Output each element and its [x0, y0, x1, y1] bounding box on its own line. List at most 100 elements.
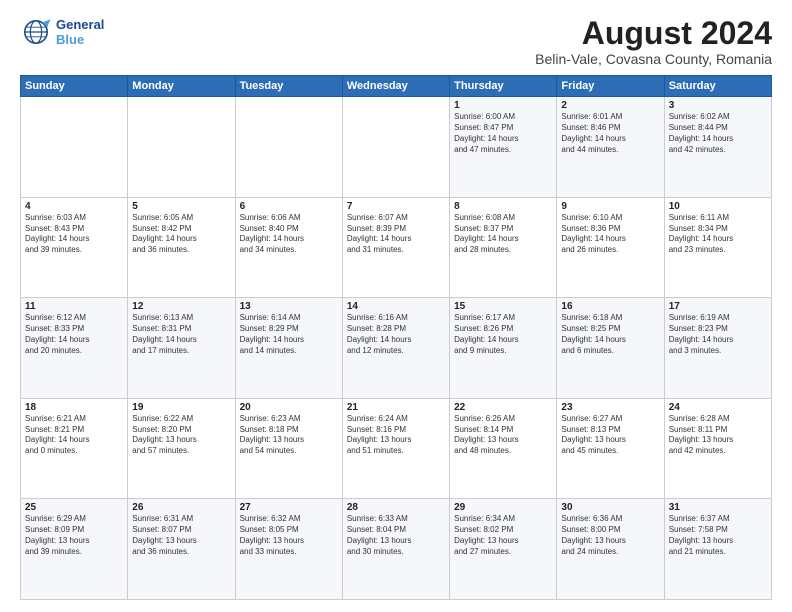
day-info: Sunrise: 6:08 AM Sunset: 8:37 PM Dayligh… [454, 213, 552, 256]
day-number: 22 [454, 402, 552, 413]
calendar-body: 1Sunrise: 6:00 AM Sunset: 8:47 PM Daylig… [21, 97, 772, 600]
day-info: Sunrise: 6:18 AM Sunset: 8:25 PM Dayligh… [561, 313, 659, 356]
header: General Blue August 2024 Belin-Vale, Cov… [20, 16, 772, 67]
day-info: Sunrise: 6:16 AM Sunset: 8:28 PM Dayligh… [347, 313, 445, 356]
day-number: 20 [240, 402, 338, 413]
header-cell-saturday: Saturday [664, 76, 771, 97]
day-info: Sunrise: 6:29 AM Sunset: 8:09 PM Dayligh… [25, 514, 123, 557]
calendar-cell: 16Sunrise: 6:18 AM Sunset: 8:25 PM Dayli… [557, 298, 664, 399]
day-number: 17 [669, 301, 767, 312]
calendar-cell: 12Sunrise: 6:13 AM Sunset: 8:31 PM Dayli… [128, 298, 235, 399]
day-number: 16 [561, 301, 659, 312]
calendar-cell: 30Sunrise: 6:36 AM Sunset: 8:00 PM Dayli… [557, 499, 664, 600]
calendar-cell: 10Sunrise: 6:11 AM Sunset: 8:34 PM Dayli… [664, 197, 771, 298]
day-info: Sunrise: 6:03 AM Sunset: 8:43 PM Dayligh… [25, 213, 123, 256]
day-info: Sunrise: 6:32 AM Sunset: 8:05 PM Dayligh… [240, 514, 338, 557]
calendar-cell: 11Sunrise: 6:12 AM Sunset: 8:33 PM Dayli… [21, 298, 128, 399]
day-number: 18 [25, 402, 123, 413]
day-info: Sunrise: 6:01 AM Sunset: 8:46 PM Dayligh… [561, 112, 659, 155]
page: General Blue August 2024 Belin-Vale, Cov… [0, 0, 792, 612]
calendar-cell: 9Sunrise: 6:10 AM Sunset: 8:36 PM Daylig… [557, 197, 664, 298]
calendar-cell [235, 97, 342, 198]
day-number: 9 [561, 201, 659, 212]
logo: General Blue [20, 16, 104, 48]
day-number: 28 [347, 502, 445, 513]
header-cell-sunday: Sunday [21, 76, 128, 97]
week-row-2: 11Sunrise: 6:12 AM Sunset: 8:33 PM Dayli… [21, 298, 772, 399]
header-cell-tuesday: Tuesday [235, 76, 342, 97]
calendar-cell: 5Sunrise: 6:05 AM Sunset: 8:42 PM Daylig… [128, 197, 235, 298]
day-info: Sunrise: 6:26 AM Sunset: 8:14 PM Dayligh… [454, 414, 552, 457]
calendar-cell: 31Sunrise: 6:37 AM Sunset: 7:58 PM Dayli… [664, 499, 771, 600]
day-number: 8 [454, 201, 552, 212]
calendar-table: SundayMondayTuesdayWednesdayThursdayFrid… [20, 75, 772, 600]
calendar-cell: 28Sunrise: 6:33 AM Sunset: 8:04 PM Dayli… [342, 499, 449, 600]
calendar-cell: 24Sunrise: 6:28 AM Sunset: 8:11 PM Dayli… [664, 398, 771, 499]
calendar-cell: 8Sunrise: 6:08 AM Sunset: 8:37 PM Daylig… [450, 197, 557, 298]
logo-text: General Blue [56, 17, 104, 47]
day-number: 27 [240, 502, 338, 513]
calendar-cell: 2Sunrise: 6:01 AM Sunset: 8:46 PM Daylig… [557, 97, 664, 198]
day-number: 26 [132, 502, 230, 513]
day-number: 11 [25, 301, 123, 312]
calendar-cell: 1Sunrise: 6:00 AM Sunset: 8:47 PM Daylig… [450, 97, 557, 198]
week-row-1: 4Sunrise: 6:03 AM Sunset: 8:43 PM Daylig… [21, 197, 772, 298]
calendar-cell: 22Sunrise: 6:26 AM Sunset: 8:14 PM Dayli… [450, 398, 557, 499]
calendar-cell: 23Sunrise: 6:27 AM Sunset: 8:13 PM Dayli… [557, 398, 664, 499]
day-info: Sunrise: 6:06 AM Sunset: 8:40 PM Dayligh… [240, 213, 338, 256]
day-info: Sunrise: 6:12 AM Sunset: 8:33 PM Dayligh… [25, 313, 123, 356]
day-number: 29 [454, 502, 552, 513]
calendar-cell: 26Sunrise: 6:31 AM Sunset: 8:07 PM Dayli… [128, 499, 235, 600]
calendar-cell: 18Sunrise: 6:21 AM Sunset: 8:21 PM Dayli… [21, 398, 128, 499]
calendar-cell: 14Sunrise: 6:16 AM Sunset: 8:28 PM Dayli… [342, 298, 449, 399]
calendar-cell: 13Sunrise: 6:14 AM Sunset: 8:29 PM Dayli… [235, 298, 342, 399]
calendar-cell: 21Sunrise: 6:24 AM Sunset: 8:16 PM Dayli… [342, 398, 449, 499]
day-number: 21 [347, 402, 445, 413]
day-number: 15 [454, 301, 552, 312]
day-number: 14 [347, 301, 445, 312]
day-info: Sunrise: 6:31 AM Sunset: 8:07 PM Dayligh… [132, 514, 230, 557]
week-row-3: 18Sunrise: 6:21 AM Sunset: 8:21 PM Dayli… [21, 398, 772, 499]
day-number: 10 [669, 201, 767, 212]
day-number: 31 [669, 502, 767, 513]
calendar-cell: 29Sunrise: 6:34 AM Sunset: 8:02 PM Dayli… [450, 499, 557, 600]
page-title: August 2024 [535, 16, 772, 51]
day-number: 4 [25, 201, 123, 212]
week-row-4: 25Sunrise: 6:29 AM Sunset: 8:09 PM Dayli… [21, 499, 772, 600]
day-number: 30 [561, 502, 659, 513]
calendar-cell: 27Sunrise: 6:32 AM Sunset: 8:05 PM Dayli… [235, 499, 342, 600]
day-info: Sunrise: 6:22 AM Sunset: 8:20 PM Dayligh… [132, 414, 230, 457]
header-row: SundayMondayTuesdayWednesdayThursdayFrid… [21, 76, 772, 97]
header-cell-monday: Monday [128, 76, 235, 97]
day-number: 6 [240, 201, 338, 212]
day-info: Sunrise: 6:17 AM Sunset: 8:26 PM Dayligh… [454, 313, 552, 356]
day-number: 7 [347, 201, 445, 212]
calendar-cell: 20Sunrise: 6:23 AM Sunset: 8:18 PM Dayli… [235, 398, 342, 499]
day-number: 2 [561, 100, 659, 111]
day-number: 1 [454, 100, 552, 111]
day-number: 19 [132, 402, 230, 413]
calendar-cell [128, 97, 235, 198]
day-info: Sunrise: 6:23 AM Sunset: 8:18 PM Dayligh… [240, 414, 338, 457]
calendar-cell [342, 97, 449, 198]
calendar-cell: 7Sunrise: 6:07 AM Sunset: 8:39 PM Daylig… [342, 197, 449, 298]
calendar-cell: 3Sunrise: 6:02 AM Sunset: 8:44 PM Daylig… [664, 97, 771, 198]
header-cell-thursday: Thursday [450, 76, 557, 97]
day-info: Sunrise: 6:34 AM Sunset: 8:02 PM Dayligh… [454, 514, 552, 557]
title-block: August 2024 Belin-Vale, Covasna County, … [535, 16, 772, 67]
calendar-cell [21, 97, 128, 198]
day-info: Sunrise: 6:02 AM Sunset: 8:44 PM Dayligh… [669, 112, 767, 155]
day-number: 12 [132, 301, 230, 312]
header-cell-wednesday: Wednesday [342, 76, 449, 97]
day-info: Sunrise: 6:36 AM Sunset: 8:00 PM Dayligh… [561, 514, 659, 557]
page-subtitle: Belin-Vale, Covasna County, Romania [535, 51, 772, 67]
day-info: Sunrise: 6:00 AM Sunset: 8:47 PM Dayligh… [454, 112, 552, 155]
day-info: Sunrise: 6:11 AM Sunset: 8:34 PM Dayligh… [669, 213, 767, 256]
day-info: Sunrise: 6:05 AM Sunset: 8:42 PM Dayligh… [132, 213, 230, 256]
day-info: Sunrise: 6:28 AM Sunset: 8:11 PM Dayligh… [669, 414, 767, 457]
calendar-cell: 25Sunrise: 6:29 AM Sunset: 8:09 PM Dayli… [21, 499, 128, 600]
header-cell-friday: Friday [557, 76, 664, 97]
day-info: Sunrise: 6:19 AM Sunset: 8:23 PM Dayligh… [669, 313, 767, 356]
week-row-0: 1Sunrise: 6:00 AM Sunset: 8:47 PM Daylig… [21, 97, 772, 198]
calendar-cell: 19Sunrise: 6:22 AM Sunset: 8:20 PM Dayli… [128, 398, 235, 499]
